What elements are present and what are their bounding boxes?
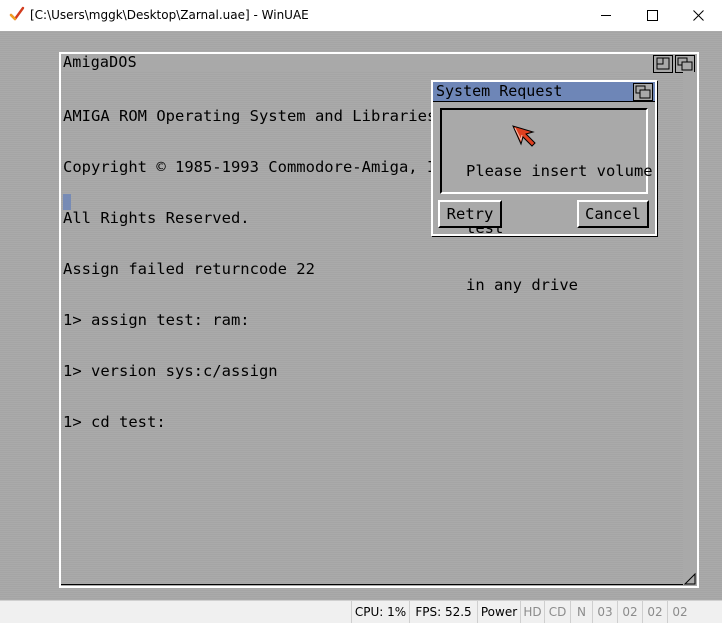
request-message-line: in any drive <box>466 276 578 294</box>
console-line: 1> assign test: ram: <box>63 311 250 329</box>
status-bar: CPU: 1% FPS: 52.5 Power HD CD N 03 02 02… <box>0 600 722 623</box>
text-cursor <box>63 194 71 210</box>
console-line: All Rights Reserved. <box>63 209 250 227</box>
hd-indicator: HD <box>520 601 544 623</box>
minimize-icon <box>601 15 611 16</box>
depth-gadget-icon[interactable] <box>675 55 695 73</box>
zoom-icon <box>656 57 670 70</box>
close-icon <box>693 10 704 21</box>
console-line: AMIGA ROM Operating System and Libraries <box>63 107 437 125</box>
cpu-indicator: CPU: 1% <box>351 601 409 623</box>
system-request-title: System Request <box>436 82 563 100</box>
cancel-button[interactable]: Cancel <box>577 200 649 228</box>
cd-indicator: CD <box>544 601 570 623</box>
console-output: AMIGA ROM Operating System and Libraries… <box>63 74 464 465</box>
close-button[interactable] <box>676 0 722 31</box>
console-line: 1> cd test: <box>63 413 166 431</box>
console-line: Assign failed returncode 22 <box>63 260 315 278</box>
zoom-gadget-icon[interactable] <box>653 55 673 73</box>
request-message-panel: Please insert volume test in any drive <box>440 108 653 294</box>
amigados-titlebar[interactable]: AmigaDOS <box>61 53 697 73</box>
amigados-right-border <box>683 72 697 586</box>
drive-df0-indicator[interactable]: 03 <box>592 601 617 623</box>
minimize-button[interactable] <box>584 0 630 31</box>
depth-gadget-icon[interactable] <box>633 83 653 101</box>
maximize-icon <box>647 10 658 21</box>
maximize-button[interactable] <box>630 0 676 31</box>
depth-icon <box>677 57 693 71</box>
depth-icon <box>635 85 651 99</box>
drive-df2-indicator[interactable]: 02 <box>642 601 667 623</box>
winuae-check-icon <box>9 6 25 21</box>
system-request-dialog[interactable]: System Request Please insert volume test… <box>431 80 657 294</box>
console-line: Copyright © 1985-1993 Commodore-Amiga, I… <box>63 158 465 176</box>
request-message-line: Please insert volume <box>466 162 653 180</box>
request-message: Please insert volume test in any drive <box>466 124 653 333</box>
amigados-title: AmigaDOS <box>63 53 137 71</box>
resize-gadget-icon[interactable] <box>683 572 697 586</box>
window-title: [C:\Users\mggk\Desktop\Zarnal.uae] - Win… <box>30 8 309 22</box>
fps-indicator: FPS: 52.5 <box>409 601 477 623</box>
drive-df3-indicator[interactable]: 02 <box>667 601 692 623</box>
n-indicator: N <box>570 601 592 623</box>
window-titlebar[interactable]: [C:\Users\mggk\Desktop\Zarnal.uae] - Win… <box>0 0 722 31</box>
mouse-pointer-icon <box>512 125 536 147</box>
system-request-titlebar[interactable]: System Request <box>433 82 655 102</box>
drive-df1-indicator[interactable]: 02 <box>617 601 642 623</box>
power-indicator: Power <box>477 601 520 623</box>
retry-button[interactable]: Retry <box>438 200 502 228</box>
console-line: 1> version sys:c/assign <box>63 362 278 380</box>
